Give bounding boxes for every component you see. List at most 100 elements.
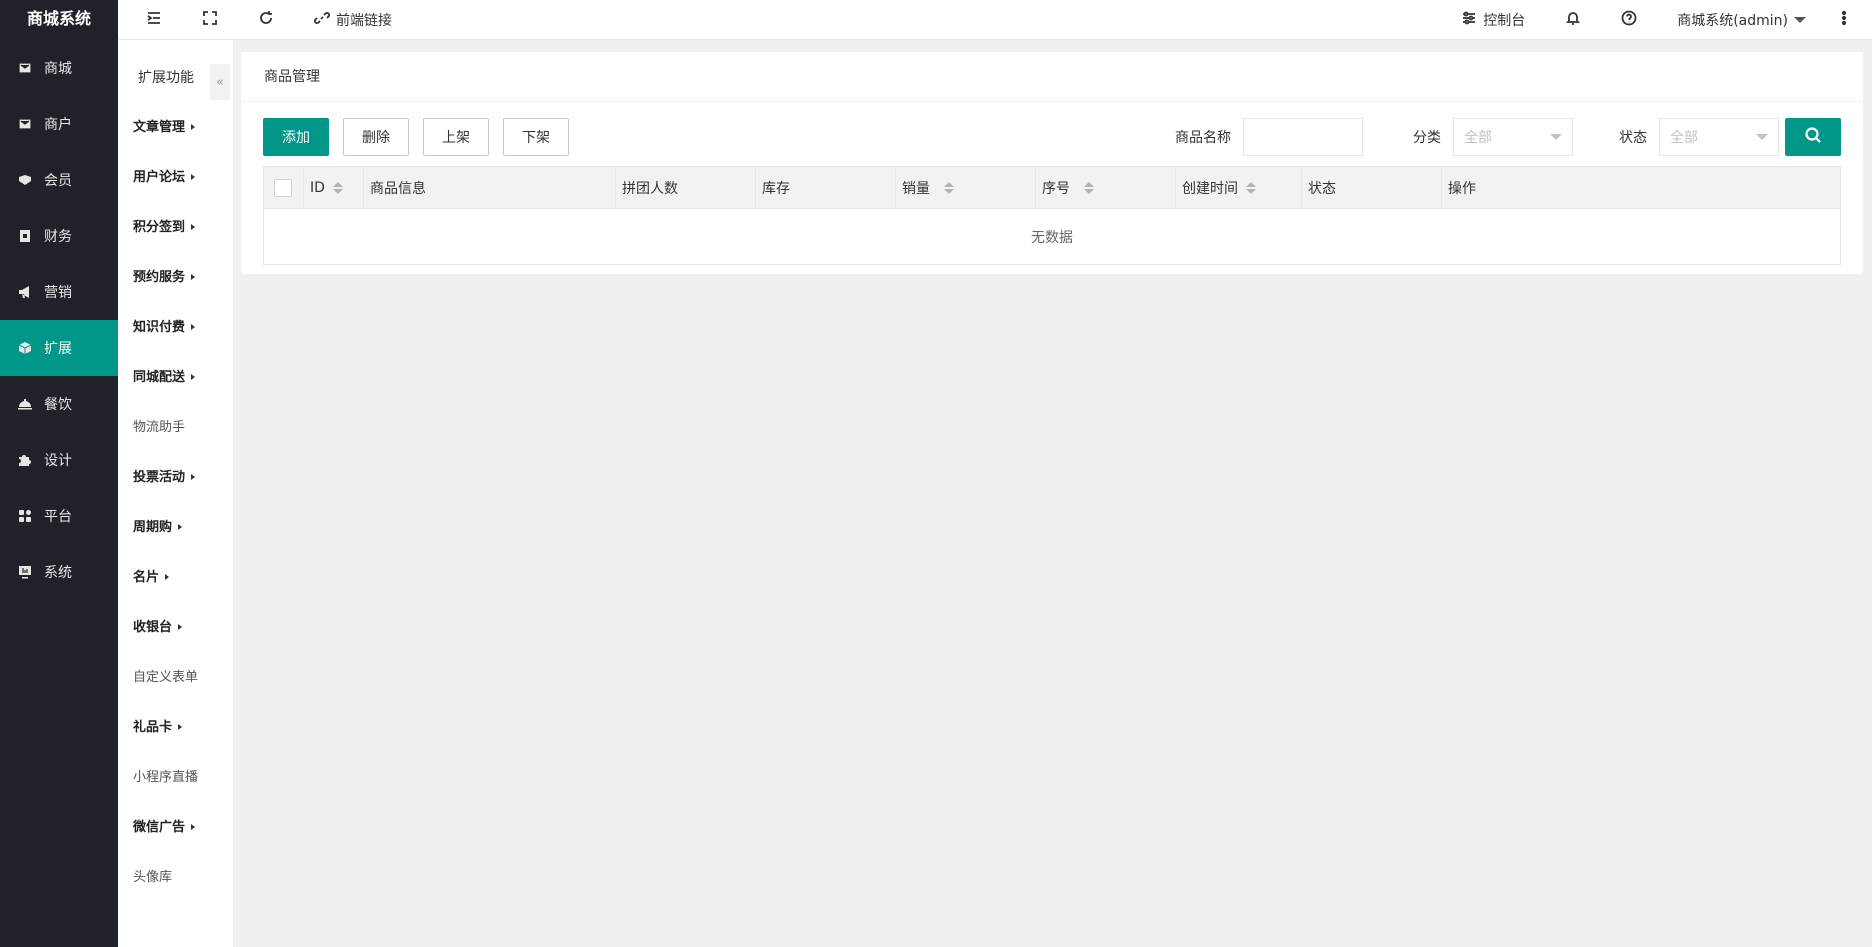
submenu-item-label: 周期购 [133, 519, 173, 535]
off-shelf-button[interactable]: 下架 [503, 118, 569, 156]
select-all-checkbox[interactable] [274, 179, 292, 197]
sidebar-item-shop[interactable]: 商城 [0, 40, 118, 96]
submenu-item[interactable]: 微信广告 [118, 800, 233, 850]
console-button[interactable]: 控制台 [1441, 0, 1545, 40]
column-label: 销量 [902, 181, 930, 197]
caret-right-icon [191, 324, 196, 330]
caret-right-icon [191, 224, 196, 230]
sidebar-item-extension[interactable]: 扩展 [0, 320, 118, 376]
category-label: 分类 [1413, 130, 1441, 146]
sidebar-item-label: 商户 [44, 117, 72, 133]
sort-icon[interactable] [1084, 182, 1094, 194]
column-created-time[interactable]: 创建时间 [1176, 167, 1302, 209]
column-stock: 库存 [756, 167, 896, 209]
search-icon [1804, 126, 1822, 148]
submenu-item[interactable]: 物流助手 [118, 400, 233, 450]
help-button[interactable] [1601, 0, 1657, 40]
submenu-item-label: 预约服务 [133, 269, 186, 285]
product-name-input[interactable] [1243, 118, 1363, 156]
toolbar: 添加 删除 上架 下架 商品名称 分类 全部 状态 全部 [263, 118, 1841, 156]
column-sales[interactable]: 销量 [896, 167, 1036, 209]
submenu-item[interactable]: 收银台 [118, 600, 233, 650]
more-button[interactable] [1826, 0, 1872, 40]
sidebar-item-label: 商城 [44, 61, 72, 77]
column-id[interactable]: ID [304, 167, 364, 209]
caret-right-icon [165, 574, 170, 580]
user-menu[interactable]: 商城系统(admin) [1657, 0, 1826, 40]
status-label: 状态 [1619, 130, 1647, 146]
submenu-item[interactable]: 头像库 [118, 850, 233, 900]
submenu-item[interactable]: 礼品卡 [118, 700, 233, 750]
menu-toggle-button[interactable] [118, 0, 182, 40]
submenu-item[interactable]: 积分签到 [118, 200, 233, 250]
column-sort-order[interactable]: 序号 [1036, 167, 1176, 209]
submenu-item[interactable]: 自定义表单 [118, 650, 233, 700]
add-button[interactable]: 添加 [263, 118, 329, 156]
submenu-item[interactable]: 同城配送 [118, 350, 233, 400]
sidebar-item-label: 系统 [44, 565, 72, 581]
app-logo: 商城系统 [26, 9, 91, 28]
status-select[interactable]: 全部 [1659, 118, 1779, 156]
sidebar-item-system[interactable]: 系统 [0, 544, 118, 600]
frontend-link-label: 前端链接 [336, 12, 392, 29]
sidebar-item-label: 营销 [44, 285, 72, 301]
on-shelf-button[interactable]: 上架 [423, 118, 489, 156]
sidebar-item-design[interactable]: 设计 [0, 432, 118, 488]
sort-icon[interactable] [1246, 182, 1256, 194]
sliders-icon [1461, 10, 1477, 30]
sidebar-item-label: 设计 [44, 453, 72, 469]
submenu-item[interactable]: 小程序直播 [118, 750, 233, 800]
refresh-button[interactable] [238, 0, 294, 40]
top-header: 前端链接 控制台 商城系统(admin) [118, 0, 1872, 40]
sidebar-item-member[interactable]: 会员 [0, 152, 118, 208]
bell-icon [1565, 10, 1581, 30]
status-select-value: 全部 [1670, 130, 1698, 146]
submenu-item[interactable]: 周期购 [118, 500, 233, 550]
extension-submenu: 扩展功能 « 文章管理 用户论坛 积分签到 预约服务 知识付费 同城配送 物流助手 投票活动周… [118, 40, 234, 947]
sidebar-item-finance[interactable]: 财务 [0, 208, 118, 264]
delete-button[interactable]: 删除 [343, 118, 409, 156]
fullscreen-icon [202, 10, 218, 30]
sort-icon[interactable] [332, 182, 343, 194]
search-button[interactable] [1785, 118, 1841, 156]
sidebar-item-label: 平台 [44, 509, 72, 525]
product-name-label: 商品名称 [1175, 130, 1231, 146]
column-label: 操作 [1448, 181, 1476, 197]
member-icon [18, 173, 32, 187]
column-group-count: 拼团人数 [616, 167, 756, 209]
column-label: 商品信息 [370, 181, 426, 197]
fullscreen-button[interactable] [182, 0, 238, 40]
sidebar-item-marketing[interactable]: 营销 [0, 264, 118, 320]
sidebar-item-merchant[interactable]: 商户 [0, 96, 118, 152]
dining-icon [18, 397, 32, 411]
notification-button[interactable] [1545, 0, 1601, 40]
sidebar-item-platform[interactable]: 平台 [0, 488, 118, 544]
product-management-card: 商品管理 添加 删除 上架 下架 商品名称 分类 全部 状态 全部 ID 商品信… [241, 52, 1863, 274]
caret-right-icon [191, 374, 196, 380]
caret-right-icon [178, 624, 183, 630]
caret-right-icon [191, 474, 196, 480]
submenu-item[interactable]: 预约服务 [118, 250, 233, 300]
collapse-submenu-button[interactable]: « [210, 64, 230, 100]
finance-icon [18, 229, 32, 243]
indent-icon [146, 10, 162, 30]
main-sidebar: 商城系统 商城 商户 会员 财务 营销 扩展 餐饮 设计 平台 系统 [0, 0, 118, 947]
column-product-info: 商品信息 [364, 167, 616, 209]
console-label: 控制台 [1483, 12, 1526, 29]
submenu-item-label: 微信广告 [133, 819, 186, 835]
megaphone-icon [18, 285, 32, 299]
submenu-item[interactable]: 名片 [118, 550, 233, 600]
category-select[interactable]: 全部 [1453, 118, 1573, 156]
category-select-value: 全部 [1464, 130, 1492, 146]
submenu-item-label: 头像库 [133, 869, 173, 885]
submenu-item[interactable]: 文章管理 [118, 100, 233, 150]
frontend-link-button[interactable]: 前端链接 [294, 0, 412, 40]
sidebar-item-dining[interactable]: 餐饮 [0, 376, 118, 432]
submenu-item[interactable]: 用户论坛 [118, 150, 233, 200]
submenu-item-label: 自定义表单 [133, 669, 199, 685]
monitor-icon [18, 565, 32, 579]
submenu-item[interactable]: 投票活动 [118, 450, 233, 500]
submenu-item[interactable]: 知识付费 [118, 300, 233, 350]
submenu-item-label: 文章管理 [133, 119, 186, 135]
sort-icon[interactable] [944, 182, 954, 194]
